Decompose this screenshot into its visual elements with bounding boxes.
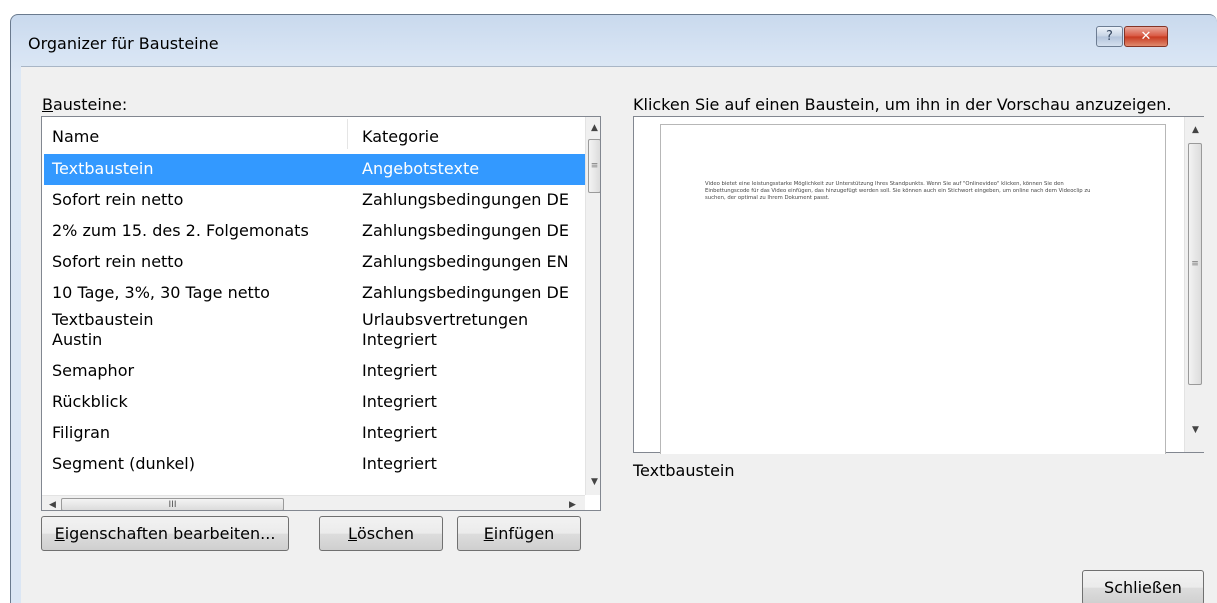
item-name: Filigran [52,423,111,442]
list-item[interactable]: 2% zum 15. des 2. Folgemonats Zahlungsbe… [44,216,585,247]
help-icon: ? [1106,29,1113,44]
list-item[interactable]: Sofort rein netto Zahlungsbedingungen DE [44,185,585,216]
preview-body-text: Video bietet eine leistungsstarke Möglic… [705,181,1091,201]
item-category: Integriert [362,392,437,411]
item-category: Zahlungsbedingungen DE [362,190,569,209]
dialog-body: Bausteine: Name Kategorie Textbaustein A… [21,66,1217,603]
organizer-dialog: Organizer für Bausteine ? ✕ Bausteine: N… [10,14,1217,603]
list-vertical-scroll-thumb[interactable]: ≡ [588,139,600,193]
item-name: Textbaustein [52,310,154,329]
item-category: Integriert [362,423,437,442]
close-window-button[interactable]: ✕ [1124,26,1168,47]
preview-pane: Video bietet eine leistungsstarke Möglic… [633,116,1204,454]
grip-icon: III [168,499,177,510]
column-header-category[interactable]: Kategorie [362,127,439,146]
scroll-left-icon[interactable]: ◀ [44,496,61,510]
item-category: Urlaubsvertretungen [362,310,529,329]
item-category: Zahlungsbedingungen EN [362,252,569,271]
close-button[interactable]: Schließen [1082,570,1204,603]
item-name: Segment (dunkel) [52,454,195,473]
list-item[interactable]: Sofort rein netto Zahlungsbedingungen EN [44,247,585,278]
item-category: Zahlungsbedingungen DE [362,283,569,302]
list-item[interactable]: Textbaustein Angebotstexte [44,154,585,185]
item-name: Rückblick [52,392,128,411]
scroll-up-icon[interactable]: ▲ [586,119,600,136]
preview-page: Video bietet eine leistungsstarke Möglic… [660,124,1166,454]
building-blocks-list[interactable]: Name Kategorie Textbaustein Angebotstext… [41,116,601,511]
delete-button[interactable]: Löschen [319,516,443,551]
edit-properties-button[interactable]: Eigenschaften bearbeiten... [41,516,289,551]
bausteine-label: Bausteine: [42,95,128,114]
preview-vertical-scrollbar[interactable]: ▲ ≡ ▼ [1184,117,1204,452]
item-name: Textbaustein [52,159,154,178]
item-category: Integriert [362,454,437,473]
item-category: Integriert [362,361,437,380]
list-rows: Textbaustein Angebotstexte Sofort rein n… [44,154,585,476]
grip-icon: ≡ [590,161,599,171]
item-name: Sofort rein netto [52,252,184,271]
list-item[interactable]: Filigran Integriert [44,418,585,449]
scroll-down-icon[interactable]: ▼ [586,473,600,490]
list-vertical-scrollbar[interactable]: ▲ ≡ ▼ [585,117,600,495]
preview-scroll-thumb[interactable]: ≡ [1188,143,1202,385]
list-horizontal-scrollbar[interactable]: ◀ III ▶ [42,495,585,510]
list-header: Name Kategorie [42,117,585,151]
list-item[interactable]: 10 Tage, 3%, 30 Tage netto Zahlungsbedin… [44,278,585,309]
item-name: 10 Tage, 3%, 30 Tage netto [52,283,270,302]
item-name-secondary: Austin [52,330,103,349]
item-category-secondary: Integriert [362,330,437,349]
list-item[interactable]: Semaphor Integriert [44,356,585,387]
column-header-name[interactable]: Name [52,127,99,146]
item-category: Angebotstexte [362,159,480,178]
help-button[interactable]: ? [1096,26,1123,47]
dialog-title: Organizer für Bausteine [28,34,219,53]
item-category: Zahlungsbedingungen DE [362,221,569,240]
scroll-up-icon[interactable]: ▲ [1187,121,1204,138]
item-name: 2% zum 15. des 2. Folgemonats [52,221,309,240]
item-name: Semaphor [52,361,135,380]
list-item[interactable]: Segment (dunkel) Integriert [44,449,585,476]
list-item[interactable]: Textbaustein Urlaubsvertretungen Austin … [44,309,585,361]
list-horizontal-scroll-thumb[interactable]: III [61,498,284,510]
preview-instruction: Klicken Sie auf einen Baustein, um ihn i… [633,95,1172,114]
preview-selected-name: Textbaustein [633,461,735,480]
scroll-down-icon[interactable]: ▼ [1187,421,1204,438]
column-divider[interactable] [347,119,348,149]
insert-button[interactable]: Einfügen [457,516,581,551]
scroll-right-icon[interactable]: ▶ [564,496,581,510]
grip-icon: ≡ [1191,259,1199,269]
close-icon: ✕ [1140,29,1152,44]
item-name: Sofort rein netto [52,190,184,209]
list-item[interactable]: Rückblick Integriert [44,387,585,418]
